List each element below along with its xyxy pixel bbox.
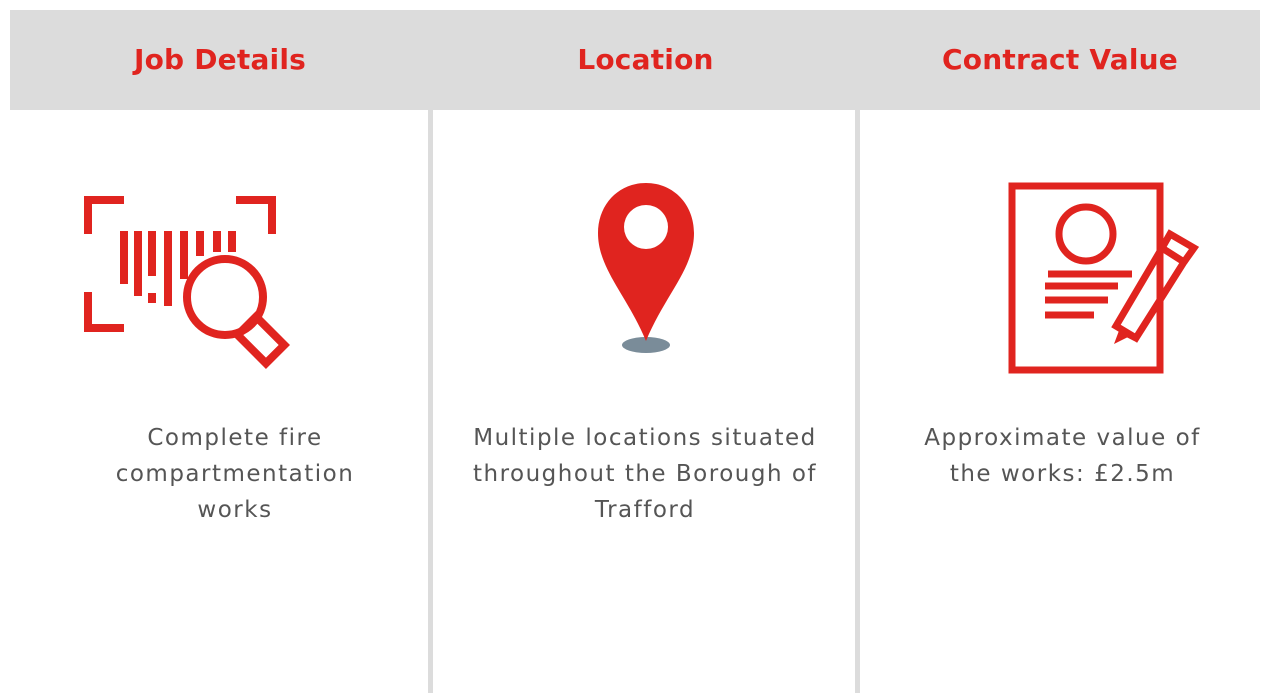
map-pin-icon (598, 183, 694, 353)
column-divider-right (855, 110, 860, 693)
contract-value-text: Approximate value of the works: £2.5m (924, 425, 1201, 487)
job-details-title: Job Details (133, 43, 307, 76)
contract-document-icon (1008, 182, 1200, 374)
location-text: Multiple locations situated throughout t… (472, 425, 817, 523)
column-divider-left (428, 110, 433, 693)
job-details-text: Complete fire compartmentation works (115, 425, 355, 523)
barcode-search-icon (84, 196, 290, 369)
location-title: Location (577, 43, 714, 76)
contract-value-title: Contract Value (942, 43, 1178, 76)
